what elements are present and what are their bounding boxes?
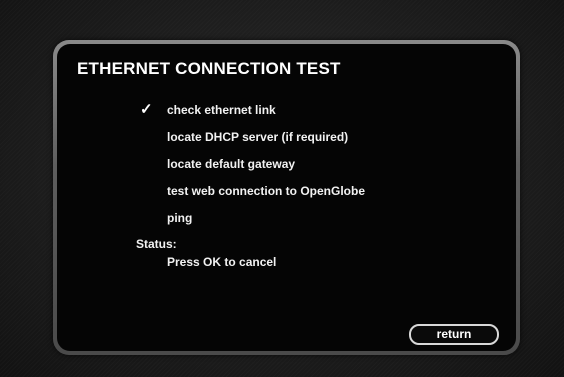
- step-ping: ping: [167, 211, 193, 225]
- step-locate-default-gateway: locate default gateway: [167, 157, 296, 171]
- screen-background: ETHERNET CONNECTION TEST ✓ check etherne…: [0, 0, 564, 377]
- dialog-title: ETHERNET CONNECTION TEST: [77, 59, 341, 78]
- dialog-panel: ETHERNET CONNECTION TEST ✓ check etherne…: [57, 44, 516, 351]
- step-test-web-connection: test web connection to OpenGlobe: [167, 184, 366, 198]
- dialog-frame: ETHERNET CONNECTION TEST ✓ check etherne…: [53, 40, 520, 355]
- step-check-ethernet-link: check ethernet link: [167, 103, 276, 117]
- status-message: Press OK to cancel: [167, 255, 277, 269]
- step-locate-dhcp-server: locate DHCP server (if required): [167, 130, 349, 144]
- checkmark-icon: ✓: [140, 101, 153, 118]
- status-label: Status:: [136, 237, 177, 251]
- return-button[interactable]: return: [409, 324, 499, 345]
